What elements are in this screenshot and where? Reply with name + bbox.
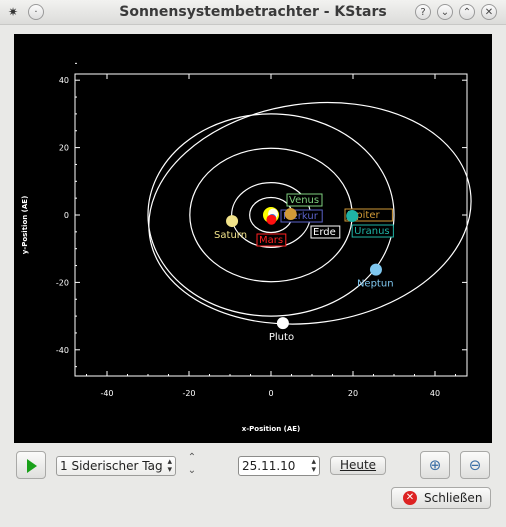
x-tick-label: 0 — [268, 389, 273, 398]
step-down-icon[interactable]: ⌄ — [185, 466, 199, 476]
timestep-value: 1 Siderischer Tag — [60, 459, 163, 473]
close-label: Schließen — [424, 491, 483, 505]
x-tick-label: 20 — [348, 389, 358, 398]
date-value: 25.11.10 — [242, 459, 296, 473]
timestep-select[interactable]: 1 Siderischer Tag ▴ ▾ — [56, 456, 176, 476]
planet-label-uranus: Uranus — [354, 226, 389, 237]
zoom-in-icon: ⊕ — [428, 456, 442, 474]
plot-canvas: -40 -20 0 20 4040200-20-40 MerkurVenusErdeMa… — [21, 62, 472, 433]
x-tick-label: 40 — [430, 389, 440, 398]
zoom-out-button[interactable]: ⊖ — [460, 451, 490, 479]
y-tick-label: -40 — [56, 346, 69, 355]
planet-mark-mars — [266, 214, 277, 225]
close-window-button[interactable]: ✕ — [481, 4, 497, 20]
planet-mark-pluto — [276, 317, 289, 330]
today-button[interactable]: Heute — [330, 456, 386, 475]
close-icon: ✕ — [403, 491, 417, 505]
timestep-spinner[interactable]: ⌃ ⌄ — [185, 453, 199, 477]
help-button[interactable]: ? — [415, 4, 431, 20]
play-icon — [27, 459, 37, 473]
planet-label-erde: Erde — [313, 227, 336, 238]
close-dialog-button[interactable]: ✕ Schließen — [391, 487, 491, 509]
x-axis-label: x-Position (AE) — [242, 425, 301, 433]
planet-label-mars: Mars — [259, 235, 283, 246]
planet-label-pluto: Pluto — [269, 332, 294, 343]
kstars-window: ✷ · Sonnensystembetrachter - KStars ? ⌄ … — [0, 0, 506, 527]
date-spin-icon[interactable]: ▴ ▾ — [311, 458, 316, 475]
title-bar: ✷ · Sonnensystembetrachter - KStars ? ⌄ … — [0, 0, 506, 25]
y-tick-label: 20 — [59, 144, 69, 153]
y-tick-label: -20 — [56, 278, 69, 287]
planet-mark-jupiter — [284, 207, 297, 220]
y-tick-label: 40 — [59, 76, 69, 85]
planet-label-venus: Venus — [289, 195, 319, 206]
planet-mark-saturn — [226, 215, 239, 228]
maximize-button[interactable]: ⌃ — [459, 4, 475, 20]
step-up-icon[interactable]: ⌃ — [185, 453, 199, 463]
chevron-updown-icon: ▴ ▾ — [167, 457, 172, 475]
planet-label-saturn: Saturn — [214, 230, 247, 241]
planet-mark-neptun — [369, 263, 382, 276]
today-label: Heute — [339, 458, 377, 472]
solar-system-plot[interactable]: -40 -20 0 20 40 40 20 0 -20 -40 Merkur Venus Erde Ma… — [14, 34, 492, 443]
play-button[interactable] — [16, 451, 46, 479]
y-axis-label: y-Position (AE) — [21, 196, 29, 255]
planet-marks: MerkurVenusErdeMarsJupiterSaturn UranusNe… — [214, 193, 394, 343]
minimize-button[interactable]: ⌄ — [437, 4, 453, 20]
zoom-in-button[interactable]: ⊕ — [420, 451, 450, 479]
x-tick-label: -20 — [182, 389, 195, 398]
zoom-out-icon: ⊖ — [468, 456, 482, 474]
plot-frame — [74, 73, 468, 377]
planet-mark-uranus — [346, 210, 359, 223]
x-tick-label: -40 — [100, 389, 113, 398]
y-tick-label: 0 — [64, 211, 69, 220]
planet-label-neptun: Neptun — [357, 279, 394, 290]
date-input[interactable]: 25.11.10 ▴ ▾ — [238, 456, 320, 476]
